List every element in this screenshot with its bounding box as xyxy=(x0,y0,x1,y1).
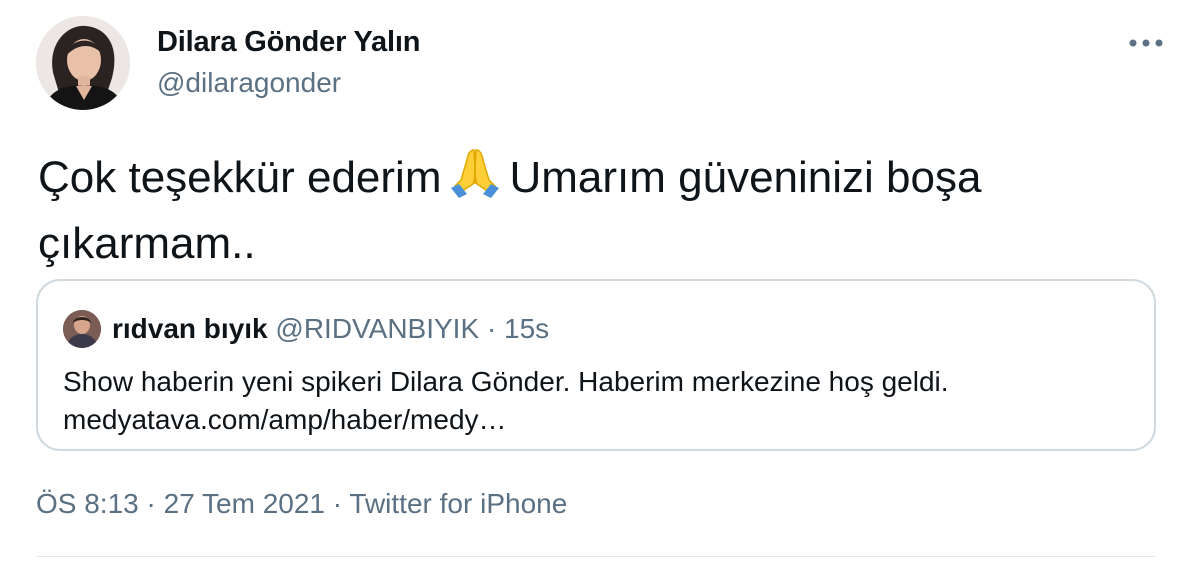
quoted-author-name: rıdvan bıyık xyxy=(112,313,268,344)
divider xyxy=(36,556,1156,557)
author-avatar[interactable] xyxy=(36,16,130,110)
folded-hands-icon xyxy=(447,144,503,214)
tweet-source[interactable]: Twitter for iPhone xyxy=(349,488,567,519)
tweet-card: Dilara Gönder Yalın @dilaragonder Çok te… xyxy=(0,0,1200,563)
tweet-date[interactable]: 27 Tem 2021 xyxy=(164,488,325,519)
quoted-header: rıdvan bıyık @RIDVANBIYIK · 15s xyxy=(112,313,549,345)
quoted-text: Show haberin yeni spikeri Dilara Gönder.… xyxy=(63,363,1123,439)
quoted-text-line1: Show haberin yeni spikeri Dilara Gönder.… xyxy=(63,366,949,397)
tweet-meta: ÖS 8:13 · 27 Tem 2021 · Twitter for iPho… xyxy=(36,488,567,520)
author-avatar-image xyxy=(36,16,130,110)
author-name[interactable]: Dilara Gönder Yalın xyxy=(157,26,420,59)
quoted-author-avatar xyxy=(63,310,101,348)
quoted-link[interactable]: medyatava.com/amp/haber/medy… xyxy=(63,404,507,435)
more-horizontal-icon xyxy=(1129,39,1163,47)
quoted-author-handle: @RIDVANBIYIK xyxy=(275,313,480,344)
meta-separator-1: · xyxy=(146,488,156,519)
quoted-tweet[interactable]: rıdvan bıyık @RIDVANBIYIK · 15s Show hab… xyxy=(36,279,1156,451)
tweet-text: Çok teşekkür ederim Umarım güveninizi bo… xyxy=(38,144,1148,274)
author-handle[interactable]: @dilaragonder xyxy=(157,67,341,99)
tweet-time[interactable]: ÖS 8:13 xyxy=(36,488,139,519)
tweet-text-part1: Çok teşekkür ederim xyxy=(38,153,442,202)
quoted-avatar-image xyxy=(63,310,101,348)
quoted-time: 15s xyxy=(504,313,550,344)
more-options-button[interactable] xyxy=(1126,28,1166,58)
quoted-separator: · xyxy=(486,313,497,344)
meta-separator-2: · xyxy=(332,488,343,519)
